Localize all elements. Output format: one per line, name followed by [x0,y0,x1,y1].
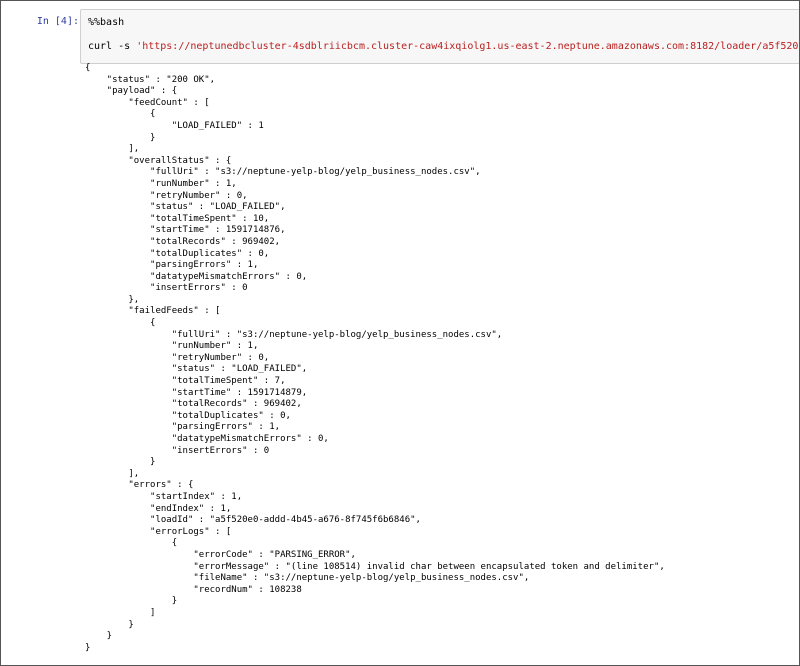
output-line: "runNumber" : 1, [85,178,237,189]
output-line: } [85,132,156,143]
output-line: "totalTimeSpent" : 10, [85,213,270,224]
output-line: } [85,642,91,653]
output-line: ], [85,468,140,479]
output-line: ], [85,144,140,155]
output-line: } [85,619,134,630]
output-line: { [85,538,178,549]
output-line: "parsingErrors" : 1, [85,422,281,433]
bash-magic-line: %%bash [88,17,125,28]
notebook-frame: In [4]: %%bash curl -s 'https://neptuned… [0,0,800,666]
output-line: "fileName" : "s3://neptune-yelp-blog/yel… [85,573,530,584]
output-line: "errorLogs" : [ [85,526,232,537]
output-line: "failedFeeds" : [ [85,306,221,317]
output-line: "retryNumber" : 0, [85,352,270,363]
output-line: "endIndex" : 1, [85,503,232,514]
output-line: "payload" : { [85,86,178,97]
output-line: "totalTimeSpent" : 7, [85,376,286,387]
output-line: "fullUri" : "s3://neptune-yelp-blog/yelp… [85,167,481,178]
output-line: "feedCount" : [ [85,97,210,108]
loader-url-string: 'https://neptunedbcluster-4sdblriicbcm.c… [136,41,800,52]
output-line: "status" : "LOAD_FAILED", [85,364,308,375]
output-line: "totalDuplicates" : 0, [85,248,270,259]
cell-output: { "status" : "200 OK", "payload" : { "fe… [85,63,665,654]
output-line: }, [85,294,140,305]
output-line: } [85,457,156,468]
curl-command: curl -s [88,41,131,52]
output-line: ] [85,607,156,618]
output-line: } [85,631,113,642]
output-line: "status" : "200 OK", [85,74,216,85]
output-line: "totalRecords" : 969402, [85,236,281,247]
output-line: "retryNumber" : 0, [85,190,248,201]
output-line: "startTime" : 1591714876, [85,225,286,236]
input-prompt: In [4]: [36,16,79,27]
output-line: "errorCode" : "PARSING_ERROR", [85,549,356,560]
output-line: "totalDuplicates" : 0, [85,410,291,421]
output-line: { [85,109,156,120]
output-line: "LOAD_FAILED" : 1 [85,120,264,131]
output-line: "startIndex" : 1, [85,491,243,502]
output-line: "loadId" : "a5f520e0-addd-4b45-a676-8f74… [85,515,421,526]
output-line: "parsingErrors" : 1, [85,260,259,271]
output-line: "insertErrors" : 0 [85,445,270,456]
output-line: "datatypeMismatchErrors" : 0, [85,434,329,444]
output-line: "datatypeMismatchErrors" : 0, [85,271,308,282]
output-line: "errorMessage" : "(line 108514) invalid … [85,561,665,572]
output-line: "status" : "LOAD_FAILED", [85,202,286,213]
output-line: "recordNum" : 108238 [85,584,302,595]
output-line: } [85,596,178,607]
output-line: { [85,318,156,329]
output-line: { [85,63,91,73]
output-line: "overallStatus" : { [85,155,232,166]
output-line: "runNumber" : 1, [85,341,259,352]
curl-command-line: curl -s 'https://neptunedbcluster-4sdblr… [88,40,800,53]
output-line: "insertErrors" : 0 [85,283,248,294]
output-line: "fullUri" : "s3://neptune-yelp-blog/yelp… [85,329,503,340]
output-line: "startTime" : 1591714879, [85,387,308,398]
output-line: "totalRecords" : 969402, [85,399,302,410]
code-cell-input[interactable]: %%bash curl -s 'https://neptunedbcluster… [80,9,800,64]
output-line: "errors" : { [85,480,194,491]
